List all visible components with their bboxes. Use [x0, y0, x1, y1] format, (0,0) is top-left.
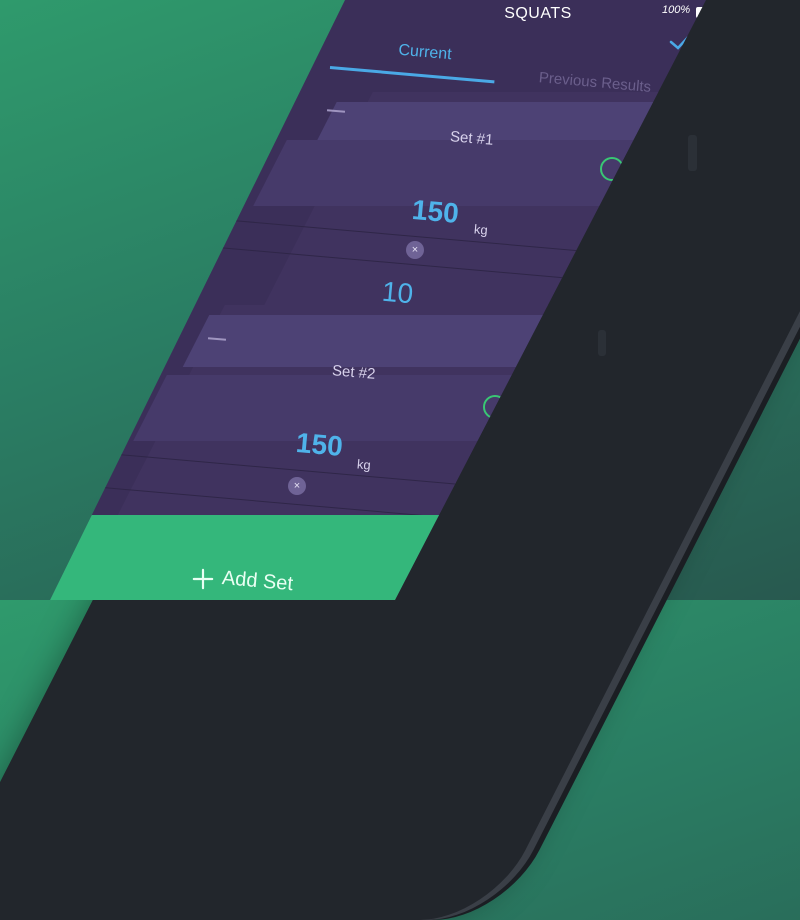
- plus-icon: [192, 568, 214, 590]
- page-title: SQUATS: [504, 5, 572, 22]
- weight-unit-label: kg: [473, 221, 489, 238]
- weight-value[interactable]: 150: [411, 194, 460, 230]
- tab-current[interactable]: Current: [379, 40, 470, 66]
- phone-side-button: [598, 330, 606, 356]
- phone-side-button: [688, 135, 697, 171]
- set-label: Set #1: [449, 128, 495, 149]
- weight-value[interactable]: 150: [295, 427, 344, 463]
- multiply-icon: ×: [288, 477, 306, 495]
- weight-unit-label: kg: [356, 456, 372, 473]
- tab-active-indicator: [329, 66, 495, 84]
- set-label: Set #2: [331, 362, 377, 383]
- battery-percentage: 100%: [662, 4, 691, 16]
- multiply-icon: ×: [406, 241, 424, 259]
